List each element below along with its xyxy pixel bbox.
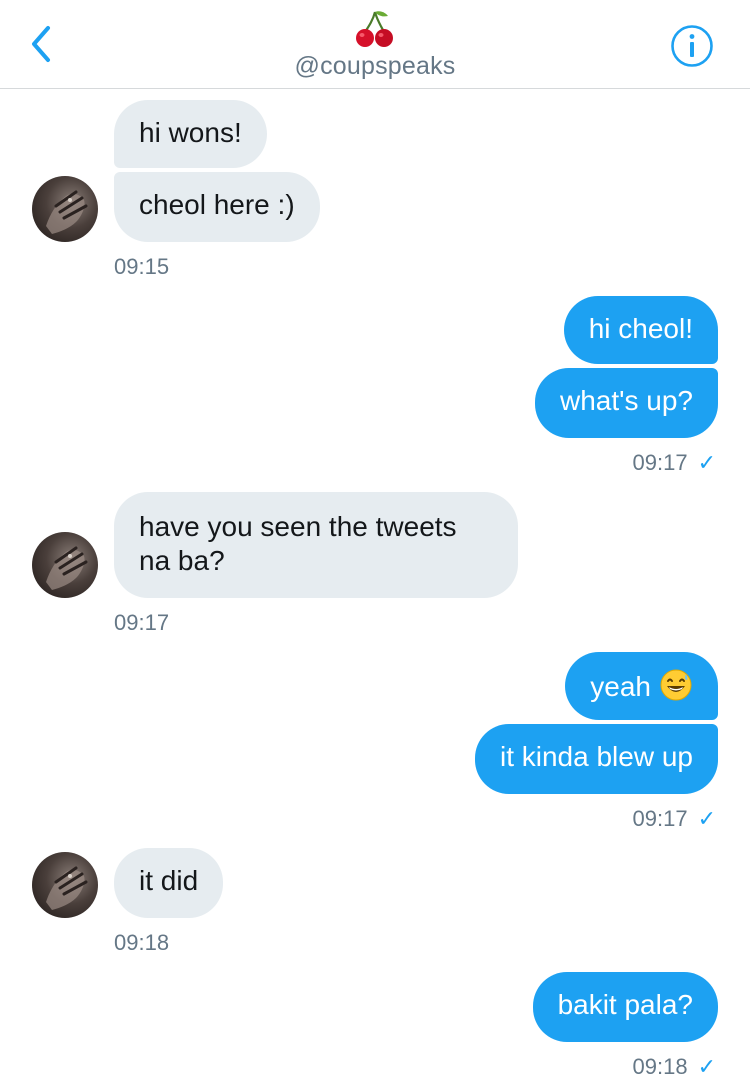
back-button[interactable]	[22, 22, 62, 66]
avatar-hand-icon	[46, 866, 88, 910]
message-bubble-incoming[interactable]: hi wons!	[114, 100, 267, 168]
message-bubble-incoming[interactable]: cheol here :)	[114, 172, 320, 242]
message-text: it kinda blew up	[499, 741, 693, 772]
timestamp-text: 09:17	[632, 806, 688, 831]
avatar[interactable]	[32, 176, 98, 242]
message-timestamp: 09:17 ✓	[633, 806, 717, 832]
grinning-sweat-emoji	[660, 669, 692, 701]
message-timestamp: 09:18 ✓	[633, 1054, 717, 1080]
read-check-icon: ✓	[697, 1054, 716, 1079]
conversation-header: @coupspeaks	[0, 0, 750, 89]
avatar[interactable]	[32, 852, 98, 918]
timestamp-text: 09:18	[632, 1054, 688, 1079]
message-text: bakit pala?	[557, 989, 693, 1020]
chevron-left-icon	[32, 26, 50, 62]
message-bubble-incoming[interactable]: have you seen the tweets na ba?	[114, 492, 518, 598]
info-button[interactable]	[670, 24, 714, 68]
message-text: it did	[139, 865, 199, 896]
avatar[interactable]	[32, 532, 98, 598]
message-text: cheol here :)	[139, 189, 295, 220]
message-timestamp: 09:15	[114, 254, 170, 279]
message-bubble-outgoing[interactable]: hi cheol!	[563, 296, 718, 364]
cherries-emoji	[356, 11, 393, 47]
message-bubble-outgoing[interactable]: yeah	[565, 652, 718, 720]
avatar-hand-icon	[46, 190, 88, 234]
info-circle-icon	[671, 25, 713, 67]
conversation-title[interactable]: @coupspeaks	[200, 8, 550, 84]
message-bubble-outgoing[interactable]: what's up?	[535, 368, 718, 438]
message-text: yeah	[590, 671, 651, 702]
read-check-icon: ✓	[697, 450, 716, 475]
avatar-hand-icon	[46, 546, 88, 590]
conversation-handle: @coupspeaks	[294, 52, 456, 80]
message-text: what's up?	[560, 385, 693, 416]
message-bubble-outgoing[interactable]: bakit pala?	[532, 972, 718, 1042]
read-check-icon: ✓	[697, 806, 716, 831]
message-bubble-outgoing[interactable]: it kinda blew up	[474, 724, 718, 794]
message-text: have you seen the tweets na ba?	[139, 511, 457, 576]
message-timestamp: 09:17	[114, 610, 170, 635]
message-text: hi cheol!	[588, 313, 693, 344]
message-text: hi wons!	[139, 117, 242, 148]
message-timestamp: 09:17 ✓	[633, 450, 717, 476]
message-bubble-incoming[interactable]: it did	[114, 848, 224, 918]
timestamp-text: 09:17	[632, 450, 688, 475]
message-timestamp: 09:18	[114, 930, 170, 955]
